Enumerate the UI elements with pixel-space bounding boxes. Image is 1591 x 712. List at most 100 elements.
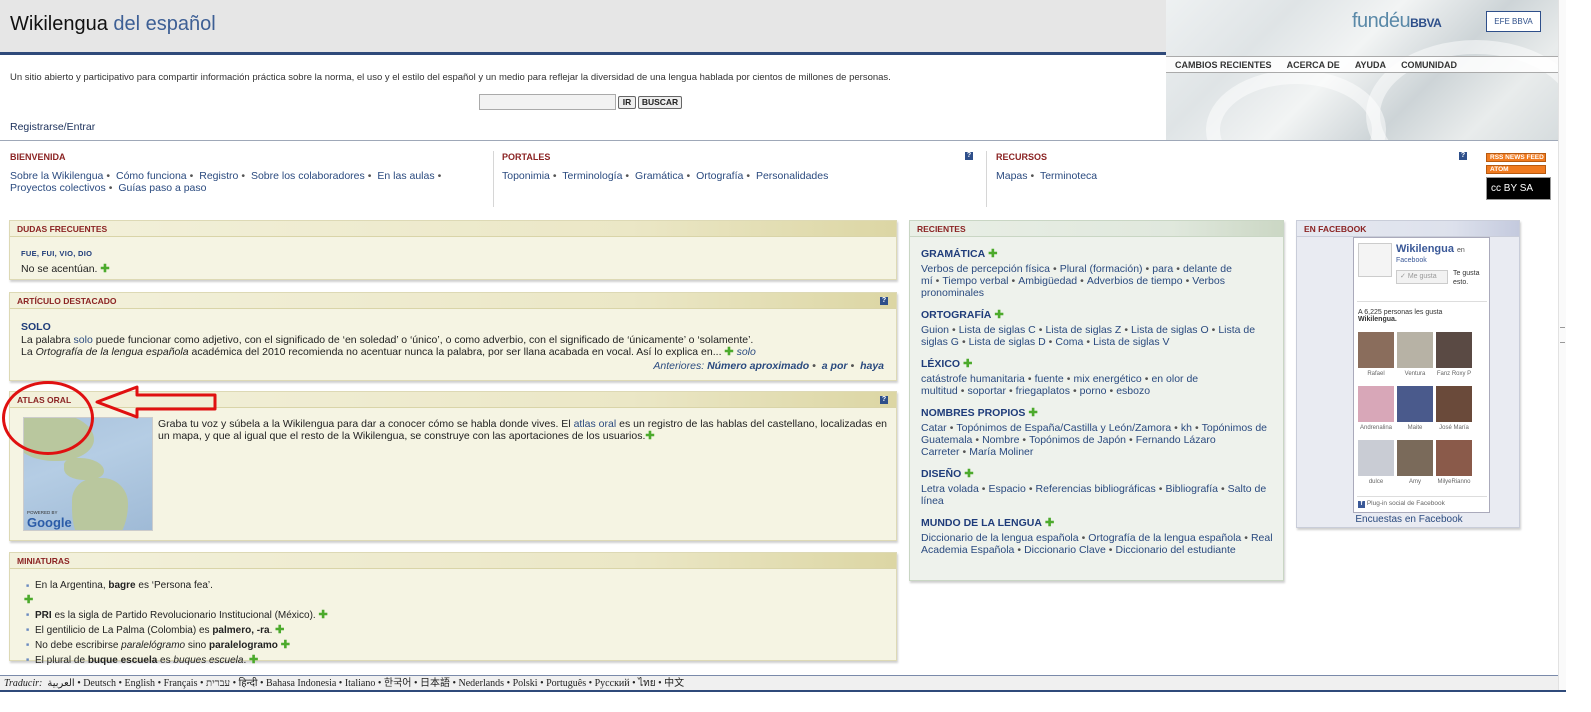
plus-icon[interactable]: ✚ (281, 639, 290, 651)
link-en-las-aulas[interactable]: En las aulas (377, 170, 434, 182)
recent-link[interactable]: Topónimos de Japón (1029, 434, 1126, 446)
creative-commons-badge[interactable]: cc BY SA (1486, 177, 1551, 200)
link-atlas-oral[interactable]: atlas oral (574, 418, 617, 430)
language-link[interactable]: Français (164, 678, 198, 689)
recent-link[interactable]: Ambigüedad (1018, 275, 1077, 287)
recent-link[interactable]: Tiempo verbal (942, 275, 1008, 287)
recent-category-title[interactable]: DISEÑO (921, 468, 961, 480)
recent-link[interactable]: Referencias bibliográficas (1036, 483, 1156, 495)
recent-link[interactable]: catástrofe humanitaria (921, 373, 1025, 385)
fan-name[interactable]: MilyeRianno (1435, 479, 1473, 485)
language-link[interactable]: Italiano (345, 678, 376, 689)
plus-icon[interactable]: ✚ (960, 358, 972, 370)
link-terminoteca[interactable]: Terminoteca (1040, 170, 1097, 182)
plus-icon[interactable]: ✚ (24, 594, 33, 606)
link-como-funciona[interactable]: Cómo funciona (116, 170, 187, 182)
scrollbar-grip-icon[interactable] (1560, 327, 1565, 343)
recent-link[interactable]: Lista de siglas O (1131, 324, 1209, 336)
link-numero-aproximado[interactable]: Número aproximado (707, 360, 809, 372)
recent-link[interactable]: Coma (1055, 336, 1083, 348)
link-sobre-wikilengua[interactable]: Sobre la Wikilengua (10, 170, 103, 182)
recent-category-title[interactable]: GRAMÁTICA (921, 248, 985, 260)
nav-acerca-de[interactable]: ACERCA DE (1287, 60, 1340, 70)
fb-polls-link[interactable]: Encuestas en Facebook (1297, 514, 1521, 525)
fundeu-logo[interactable]: fundéuBBVA (1352, 10, 1442, 33)
recent-link[interactable]: Espacio (988, 483, 1025, 495)
language-link[interactable]: Deutsch (83, 678, 116, 689)
plus-icon[interactable]: ✚ (985, 248, 997, 260)
fan-avatar[interactable] (1436, 332, 1472, 368)
link-haya[interactable]: haya (860, 360, 884, 372)
site-title[interactable]: Wikilengua del español (10, 13, 216, 36)
recent-link[interactable]: Bibliografía (1165, 483, 1218, 495)
link-personalidades[interactable]: Personalidades (756, 170, 828, 182)
recent-link[interactable]: fuente (1035, 373, 1064, 385)
plus-icon[interactable]: ✚ (991, 309, 1003, 321)
plus-icon[interactable]: ✚ (100, 263, 109, 275)
fan-name[interactable]: Andrenalina (1357, 425, 1395, 431)
plus-icon[interactable]: ✚ (724, 346, 733, 358)
fan-name[interactable]: Maite (1396, 425, 1434, 431)
link-a-por[interactable]: a por (822, 360, 848, 372)
plus-icon[interactable]: ✚ (275, 624, 284, 636)
recent-link[interactable]: kh (1181, 422, 1192, 434)
language-link[interactable]: 한국어 (384, 678, 412, 689)
link-toponimia[interactable]: Toponimia (502, 170, 550, 182)
link-mapas[interactable]: Mapas (996, 170, 1028, 182)
atom-feed-icon[interactable]: ATOM (1486, 165, 1546, 174)
fan-avatar[interactable] (1397, 386, 1433, 422)
recent-link[interactable]: Adverbios de tiempo (1087, 275, 1183, 287)
help-icon[interactable]: ? (880, 396, 888, 404)
recent-link[interactable]: Nombre (982, 434, 1019, 446)
efe-bbva-logo[interactable]: EFE BBVA (1486, 11, 1541, 32)
go-button[interactable]: IR (618, 96, 636, 109)
fb-like-button[interactable]: ✓ Me gusta (1396, 270, 1448, 284)
language-link[interactable]: English (125, 678, 156, 689)
link-terminologia[interactable]: Terminología (562, 170, 622, 182)
plus-icon[interactable]: ✚ (645, 430, 654, 442)
recent-link[interactable]: Diccionario del estudiante (1115, 544, 1235, 556)
plus-icon[interactable]: ✚ (1042, 517, 1054, 529)
recent-link[interactable]: Plural (formación) (1060, 263, 1143, 275)
language-link[interactable]: हिन्दी (239, 678, 258, 689)
rss-feed-icon[interactable]: RSS NEWS FEED (1486, 153, 1546, 162)
recent-link[interactable]: Guion (921, 324, 949, 336)
nav-ayuda[interactable]: AYUDA (1355, 60, 1386, 70)
recent-link[interactable]: mix energético (1073, 373, 1141, 385)
search-input[interactable] (479, 94, 616, 110)
fan-name[interactable]: José María (1435, 425, 1473, 431)
fan-avatar[interactable] (1397, 440, 1433, 476)
language-link[interactable]: 日本語 (420, 678, 450, 689)
help-icon[interactable]: ? (1459, 152, 1467, 160)
language-link[interactable]: Русский (595, 678, 630, 689)
recent-category-title[interactable]: LÉXICO (921, 358, 960, 370)
language-link[interactable]: Bahasa Indonesia (266, 678, 336, 689)
language-link[interactable]: العربية (47, 678, 74, 689)
help-icon[interactable]: ? (965, 152, 973, 160)
fan-avatar[interactable] (1358, 386, 1394, 422)
recent-link[interactable]: Catar (921, 422, 947, 434)
plus-icon[interactable]: ✚ (318, 609, 327, 621)
fan-avatar[interactable] (1436, 440, 1472, 476)
help-icon[interactable]: ? (880, 297, 888, 305)
featured-word[interactable]: SOLO (21, 321, 51, 333)
fan-name[interactable]: Ventura (1396, 371, 1434, 377)
faq-item-title[interactable]: FUE, FUI, VIO, DIO (21, 249, 92, 258)
language-link[interactable]: 中文 (664, 678, 684, 689)
recent-link[interactable]: Verbos de percepción física (921, 263, 1050, 275)
recent-category-title[interactable]: ORTOGRAFÍA (921, 309, 991, 321)
fb-label[interactable]: Facebook (1396, 257, 1427, 264)
fan-avatar[interactable] (1436, 386, 1472, 422)
fan-avatar[interactable] (1397, 332, 1433, 368)
fan-name[interactable]: dulce (1357, 479, 1395, 485)
link-registro[interactable]: Registro (199, 170, 238, 182)
nav-cambios-recientes[interactable]: CAMBIOS RECIENTES (1175, 60, 1272, 70)
recent-link[interactable]: Lista de siglas Z (1045, 324, 1121, 336)
recent-link[interactable]: Letra volada (921, 483, 979, 495)
page-avatar[interactable] (1358, 243, 1392, 277)
fan-avatar[interactable] (1358, 440, 1394, 476)
recent-link[interactable]: Ortografía de la lengua española (1088, 532, 1241, 544)
fb-page-name[interactable]: Wikilengua en (1396, 243, 1465, 255)
fan-name[interactable]: Fanz Roxy P (1435, 371, 1473, 377)
link-ortografia[interactable]: Ortografía (696, 170, 743, 182)
